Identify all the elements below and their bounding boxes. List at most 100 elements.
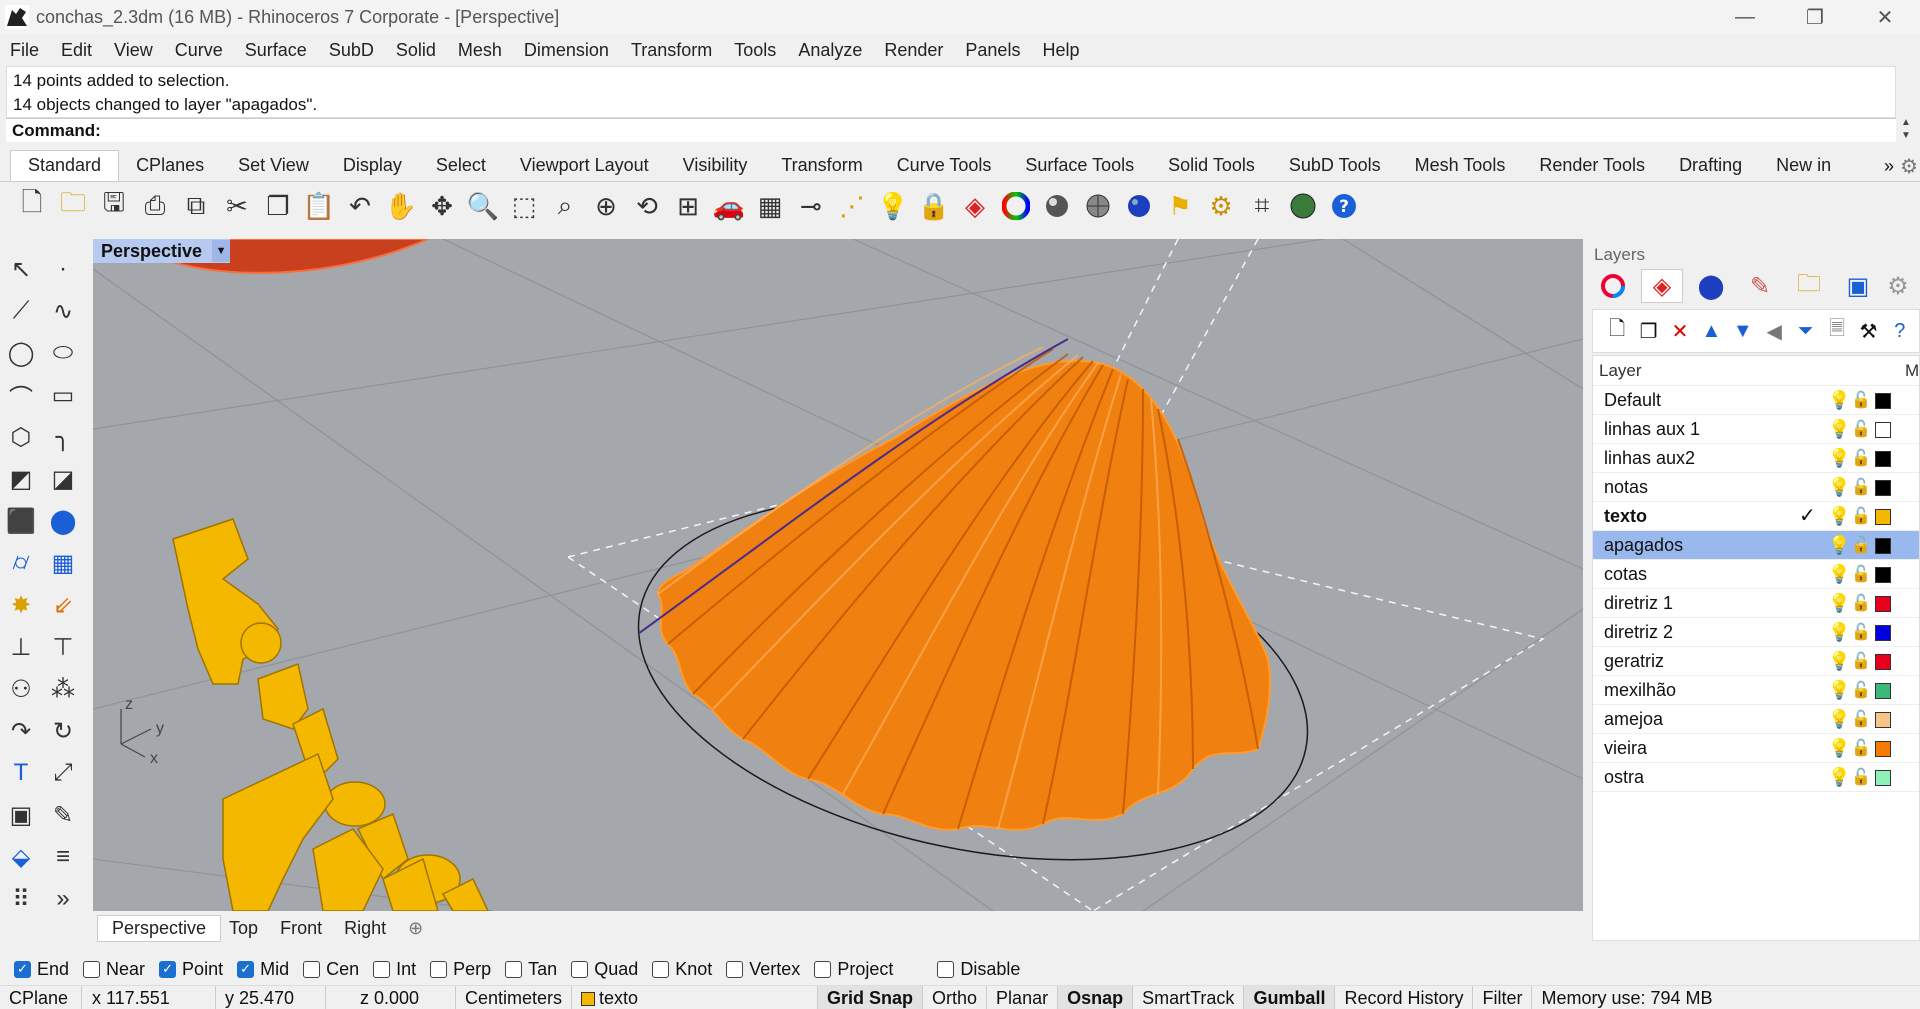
- menu-view[interactable]: View: [114, 40, 153, 61]
- menu-surface[interactable]: Surface: [245, 40, 307, 61]
- add-viewport-icon[interactable]: ⊕: [408, 918, 437, 939]
- explode-icon[interactable]: ✸: [4, 588, 38, 622]
- layer-row[interactable]: diretriz 2 💡 🔓: [1593, 618, 1919, 647]
- grid-snap-toggle[interactable]: Grid Snap: [818, 985, 924, 1009]
- gumball-icon[interactable]: ⌗: [1244, 188, 1280, 224]
- more-tools-icon[interactable]: »: [46, 882, 80, 916]
- menu-help[interactable]: Help: [1042, 40, 1079, 61]
- rectangle-icon[interactable]: ▭: [46, 378, 80, 412]
- polygon-icon[interactable]: ⬡: [4, 420, 38, 454]
- smarttrack-toggle[interactable]: SmartTrack: [1133, 985, 1245, 1009]
- block-icon[interactable]: ▣: [4, 798, 38, 832]
- layers-tab-icon[interactable]: ◈: [1641, 269, 1683, 303]
- layer-color-swatch[interactable]: [1875, 712, 1891, 728]
- folder-tab-icon[interactable]: 🗀: [1788, 269, 1830, 303]
- bars-icon[interactable]: ≡: [46, 840, 80, 874]
- tab-curve-tools[interactable]: Curve Tools: [880, 155, 1009, 181]
- lock-icon[interactable]: 🔓: [1851, 502, 1871, 531]
- osnap-checkbox[interactable]: [652, 960, 670, 978]
- lock-icon[interactable]: 🔓: [1851, 618, 1871, 647]
- offset-icon[interactable]: ↷: [4, 714, 38, 748]
- lock-icon[interactable]: 🔓: [1851, 444, 1871, 473]
- layer-row[interactable]: linhas aux2 💡 🔓: [1593, 444, 1919, 473]
- lock-icon[interactable]: 🔓: [1851, 763, 1871, 792]
- osnap-end[interactable]: ✓ End: [14, 959, 69, 980]
- osnap-checkbox[interactable]: [814, 960, 832, 978]
- scallop-shell[interactable]: [637, 338, 1271, 831]
- layer-color-swatch[interactable]: [1875, 683, 1891, 699]
- print-icon[interactable]: ⎙: [137, 188, 173, 224]
- menu-tools[interactable]: Tools: [734, 40, 776, 61]
- lock-icon[interactable]: 🔓: [1851, 647, 1871, 676]
- lock-icon[interactable]: 🔓: [1851, 705, 1871, 734]
- menu-mesh[interactable]: Mesh: [458, 40, 502, 61]
- layer-color-swatch[interactable]: [1875, 451, 1891, 467]
- layer-color-swatch[interactable]: [1875, 509, 1891, 525]
- menu-edit[interactable]: Edit: [61, 40, 92, 61]
- zoom-icon[interactable]: 🔍: [465, 188, 501, 224]
- osnap-toggle[interactable]: Osnap: [1058, 985, 1134, 1009]
- layer-name[interactable]: mexilhão: [1604, 676, 1676, 705]
- layer-color-swatch[interactable]: [1875, 654, 1891, 670]
- layer-row[interactable]: apagados 💡 🔓: [1593, 531, 1919, 560]
- render-sphere-icon[interactable]: [1080, 188, 1116, 224]
- tab-standard[interactable]: Standard: [10, 150, 120, 181]
- units-indicator[interactable]: Centimeters: [456, 985, 572, 1009]
- ortho-toggle[interactable]: Ortho: [923, 985, 988, 1009]
- tab-transform[interactable]: Transform: [764, 155, 879, 181]
- save-icon[interactable]: 🖫: [96, 187, 132, 224]
- tab-mesh-tools[interactable]: Mesh Tools: [1398, 155, 1523, 181]
- blue-sphere-icon[interactable]: [1121, 188, 1157, 224]
- options-gear-icon[interactable]: ⚙: [1203, 188, 1239, 224]
- pan-icon[interactable]: ✋: [383, 188, 419, 224]
- snap-icon[interactable]: ⋰: [834, 188, 870, 224]
- vtab-top[interactable]: Top: [229, 918, 272, 939]
- render-tab-icon[interactable]: ⬤: [1690, 269, 1732, 303]
- layer-color-swatch[interactable]: [1875, 625, 1891, 641]
- zoom-window-icon[interactable]: ⬚: [506, 188, 542, 224]
- visibility-bulb-icon[interactable]: 💡: [1828, 415, 1850, 444]
- layer-row[interactable]: texto ✓ 💡 🔓: [1593, 502, 1919, 531]
- move-down-icon[interactable]: ▼: [1731, 318, 1755, 344]
- undo-icon[interactable]: ↶: [342, 188, 378, 224]
- panel-gear-icon[interactable]: ⚙: [1886, 269, 1910, 303]
- layer-color-swatch[interactable]: [1875, 770, 1891, 786]
- surface-edit-icon[interactable]: ◪: [46, 462, 80, 496]
- tools-icon[interactable]: ⚒: [1856, 318, 1880, 344]
- layer-name[interactable]: amejoa: [1604, 705, 1663, 734]
- osnap-checkbox[interactable]: [571, 960, 589, 978]
- filter-icon[interactable]: ⏷: [1793, 318, 1817, 344]
- osnap-point[interactable]: ✓ Point: [159, 959, 223, 980]
- layer-name[interactable]: ostra: [1604, 763, 1644, 792]
- surface-icon[interactable]: ◩: [4, 462, 38, 496]
- visibility-bulb-icon[interactable]: 💡: [1828, 734, 1850, 763]
- layer-name[interactable]: linhas aux 1: [1604, 415, 1700, 444]
- layer-state-icon[interactable]: 🗏: [1825, 318, 1849, 344]
- fillet-icon[interactable]: ╮: [46, 420, 80, 454]
- visibility-bulb-icon[interactable]: 💡: [1828, 531, 1850, 560]
- tab-solid-tools[interactable]: Solid Tools: [1151, 155, 1272, 181]
- lock-icon[interactable]: 🔓: [1851, 531, 1871, 560]
- current-layer-check-icon[interactable]: ✓: [1799, 502, 1816, 531]
- paste-icon[interactable]: 📋: [301, 188, 337, 224]
- osnap-mid[interactable]: ✓ Mid: [237, 959, 289, 980]
- osnap-project[interactable]: Project: [814, 959, 893, 980]
- tabs-overflow-button[interactable]: »: [1884, 156, 1894, 177]
- zoom-selected-icon[interactable]: ⊕: [588, 188, 624, 224]
- tab-drafting[interactable]: Drafting: [1662, 155, 1759, 181]
- delete-layer-icon[interactable]: ✕: [1668, 318, 1692, 344]
- menu-panels[interactable]: Panels: [965, 40, 1020, 61]
- lock-icon[interactable]: 🔓: [1851, 386, 1871, 415]
- osnap-cen[interactable]: Cen: [303, 959, 359, 980]
- layer-row[interactable]: cotas 💡 🔓: [1593, 560, 1919, 589]
- osnap-near[interactable]: Near: [83, 959, 145, 980]
- visibility-bulb-icon[interactable]: 💡: [1828, 589, 1850, 618]
- restore-button[interactable]: ❐: [1780, 0, 1850, 34]
- layer-name[interactable]: linhas aux2: [1604, 444, 1695, 473]
- tab-new-in[interactable]: New in: [1759, 155, 1848, 181]
- group-icon[interactable]: ⚇: [4, 672, 38, 706]
- properties-tab-icon[interactable]: [1592, 269, 1634, 303]
- planar-toggle[interactable]: Planar: [987, 985, 1059, 1009]
- visibility-bulb-icon[interactable]: 💡: [1828, 705, 1850, 734]
- extruded-text[interactable]: [172, 518, 489, 911]
